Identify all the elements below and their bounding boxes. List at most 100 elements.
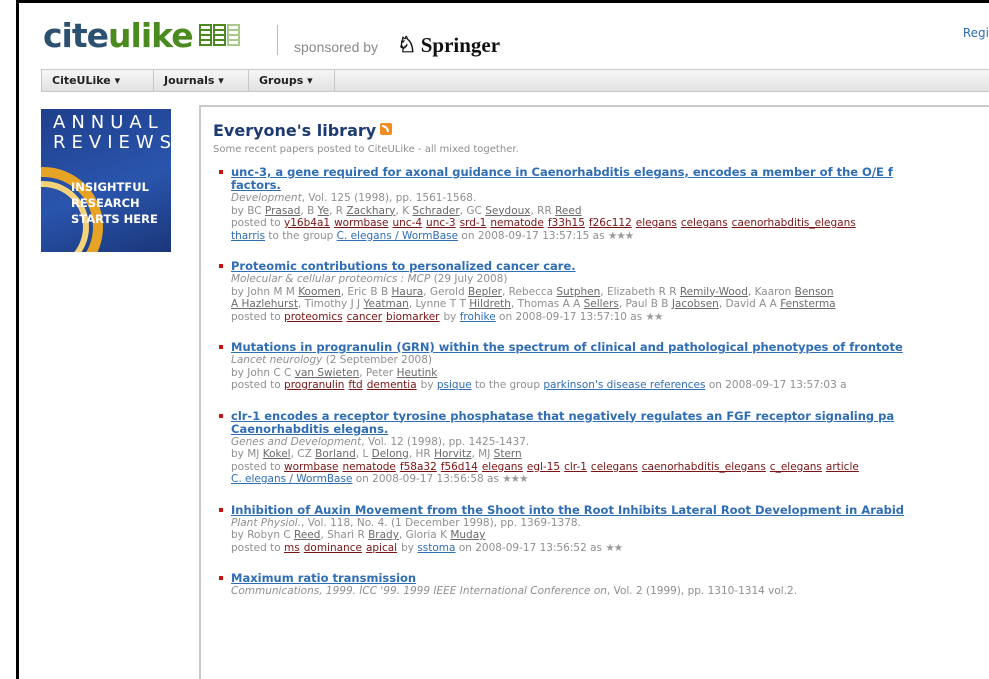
tag-link[interactable]: clr-1: [564, 461, 587, 473]
bullet-icon: [219, 170, 223, 174]
tag-link[interactable]: celegans: [591, 461, 638, 473]
tag-link[interactable]: f58a32: [400, 461, 437, 473]
tag-link[interactable]: dementia: [367, 379, 417, 391]
register-link[interactable]: Regi: [963, 26, 989, 40]
tag-link[interactable]: srd-1: [460, 217, 487, 229]
paper-title-link[interactable]: clr-1 encodes a receptor tyrosine phosph…: [231, 409, 989, 436]
tag-link[interactable]: unc-3: [426, 217, 456, 229]
ad-tag-line1: INSIGHTFUL: [71, 180, 149, 194]
user-link[interactable]: sstoma: [417, 542, 455, 554]
author-link[interactable]: Sutphen: [556, 286, 600, 298]
paper-title-link[interactable]: Maximum ratio transmission: [231, 572, 989, 585]
tag-link[interactable]: biomarker: [386, 311, 439, 323]
page-subtitle: Some recent papers posted to CiteULike -…: [213, 144, 519, 155]
books-icon: [199, 24, 241, 48]
paper-authors: by Robyn C Reed, Shari R Brady, Gloria K…: [231, 529, 486, 541]
tag-link[interactable]: wormbase: [284, 461, 338, 473]
tag-link[interactable]: apical: [366, 542, 397, 554]
author-link[interactable]: Haura: [392, 286, 424, 298]
tag-link[interactable]: progranulin: [284, 379, 344, 391]
nav-citeulike-menu[interactable]: CiteULike ▾: [42, 70, 154, 91]
citeulike-logo[interactable]: citeulike: [43, 18, 194, 54]
author-link[interactable]: Brady: [368, 529, 399, 541]
tag-link[interactable]: proteomics: [284, 311, 343, 323]
author-link[interactable]: Sellers: [584, 298, 619, 310]
annual-reviews-ad[interactable]: ANNUAL REVIEWS INSIGHTFUL RESEARCH STARTS H…: [41, 109, 171, 252]
paper-title-link[interactable]: Inhibition of Auxin Movement from the Sh…: [231, 503, 989, 517]
author-link[interactable]: Yeatman: [363, 298, 408, 310]
author-link[interactable]: Hildreth: [469, 298, 511, 310]
tag-link[interactable]: cancer: [347, 311, 382, 323]
author-link[interactable]: Koomen: [298, 286, 341, 298]
author-link[interactable]: Jacobsen: [672, 298, 719, 310]
paper-title-link[interactable]: Proteomic contributions to personalized …: [231, 260, 989, 273]
tag-link[interactable]: egl-15: [527, 461, 560, 473]
tag-link[interactable]: celegans: [681, 217, 728, 229]
paper-list: unc-3, a gene required for axonal guidan…: [219, 166, 989, 616]
springer-horse-icon: ♘: [397, 32, 417, 57]
bullet-icon: [219, 576, 223, 580]
author-link[interactable]: Remily-Wood: [680, 286, 748, 298]
author-link[interactable]: Borland: [315, 448, 356, 460]
tag-link[interactable]: unc-4: [392, 217, 422, 229]
paper-title-link[interactable]: unc-3, a gene required for axonal guidan…: [231, 166, 989, 192]
rss-icon[interactable]: [380, 123, 393, 135]
user-link[interactable]: frohike: [460, 311, 496, 323]
group-link[interactable]: C. elegans / WormBase: [337, 230, 458, 242]
tag-link[interactable]: wormbase: [334, 217, 388, 229]
paper-publication: Plant Physiol., Vol. 118, No. 4. (1 Dece…: [231, 516, 581, 529]
author-link[interactable]: Prasad: [265, 205, 300, 217]
page-title: Everyone's library: [213, 121, 393, 140]
tag-link[interactable]: f56d14: [441, 461, 478, 473]
tag-link[interactable]: caenorhabditis_elegans: [732, 217, 856, 229]
tag-link[interactable]: nematode: [342, 461, 395, 473]
author-link[interactable]: Muday: [450, 529, 485, 541]
tag-link[interactable]: nematode: [490, 217, 543, 229]
tag-link[interactable]: f26c112: [589, 217, 632, 229]
group-link[interactable]: parkinson's disease references: [543, 379, 705, 391]
tag-link[interactable]: elegans: [636, 217, 677, 229]
author-link[interactable]: Heutink: [397, 367, 438, 379]
author-link[interactable]: Reed: [555, 205, 581, 217]
paper-authors: by John C C van Swieten, Peter Heutink: [231, 366, 438, 379]
bullet-icon: [219, 507, 223, 512]
tag-link[interactable]: y16b4a1: [284, 217, 330, 229]
user-link[interactable]: psique: [437, 379, 472, 391]
group-link[interactable]: C. elegans / WormBase: [231, 473, 352, 485]
rating-stars-icon: ★★: [645, 310, 664, 323]
tag-link[interactable]: ms: [284, 542, 300, 554]
author-link[interactable]: Seydoux: [485, 205, 530, 217]
tag-link[interactable]: f33h15: [548, 217, 585, 229]
tag-link[interactable]: dominance: [304, 542, 362, 554]
author-link[interactable]: Reed: [294, 529, 320, 541]
author-link[interactable]: Zackhary: [346, 205, 395, 217]
paper-title-link[interactable]: Mutations in progranulin (GRN) within th…: [231, 341, 989, 354]
author-link[interactable]: Kokel: [263, 448, 291, 460]
author-link[interactable]: A Hazlehurst: [231, 298, 298, 310]
tag-link[interactable]: ftd: [348, 379, 362, 391]
author-link[interactable]: Horvitz: [434, 448, 471, 460]
page-title-text: Everyone's library: [213, 121, 377, 140]
tag-link[interactable]: c_elegans: [770, 461, 822, 473]
nav-groups-menu[interactable]: Groups ▾: [249, 70, 335, 91]
user-link[interactable]: tharris: [231, 230, 265, 242]
tag-link[interactable]: article: [826, 461, 859, 473]
paper-item: Inhibition of Auxin Movement from the Sh…: [219, 503, 989, 555]
author-link[interactable]: Benson: [795, 286, 834, 298]
paper-publication: Communications, 1999. ICC '99. 1999 IEEE…: [231, 585, 798, 597]
author-link[interactable]: Bepler: [468, 286, 502, 298]
ad-tagline: INSIGHTFUL RESEARCH STARTS HERE: [71, 179, 158, 227]
nav-journals-menu[interactable]: Journals ▾: [154, 70, 249, 91]
author-link[interactable]: Ye: [318, 205, 329, 217]
author-link[interactable]: van Swieten: [295, 367, 360, 379]
rating-stars-icon: ★★★: [502, 473, 528, 485]
author-link[interactable]: Stern: [494, 448, 522, 460]
rating-stars-icon: ★★: [605, 541, 623, 554]
tag-link[interactable]: caenorhabditis_elegans: [642, 461, 766, 473]
springer-logo[interactable]: ♘ Springer: [397, 32, 500, 58]
sponsored-label: sponsored by: [294, 39, 379, 55]
author-link[interactable]: Schrader: [412, 205, 459, 217]
tag-link[interactable]: elegans: [482, 461, 523, 473]
author-link[interactable]: Fensterma: [780, 298, 835, 310]
author-link[interactable]: Delong: [372, 448, 409, 460]
